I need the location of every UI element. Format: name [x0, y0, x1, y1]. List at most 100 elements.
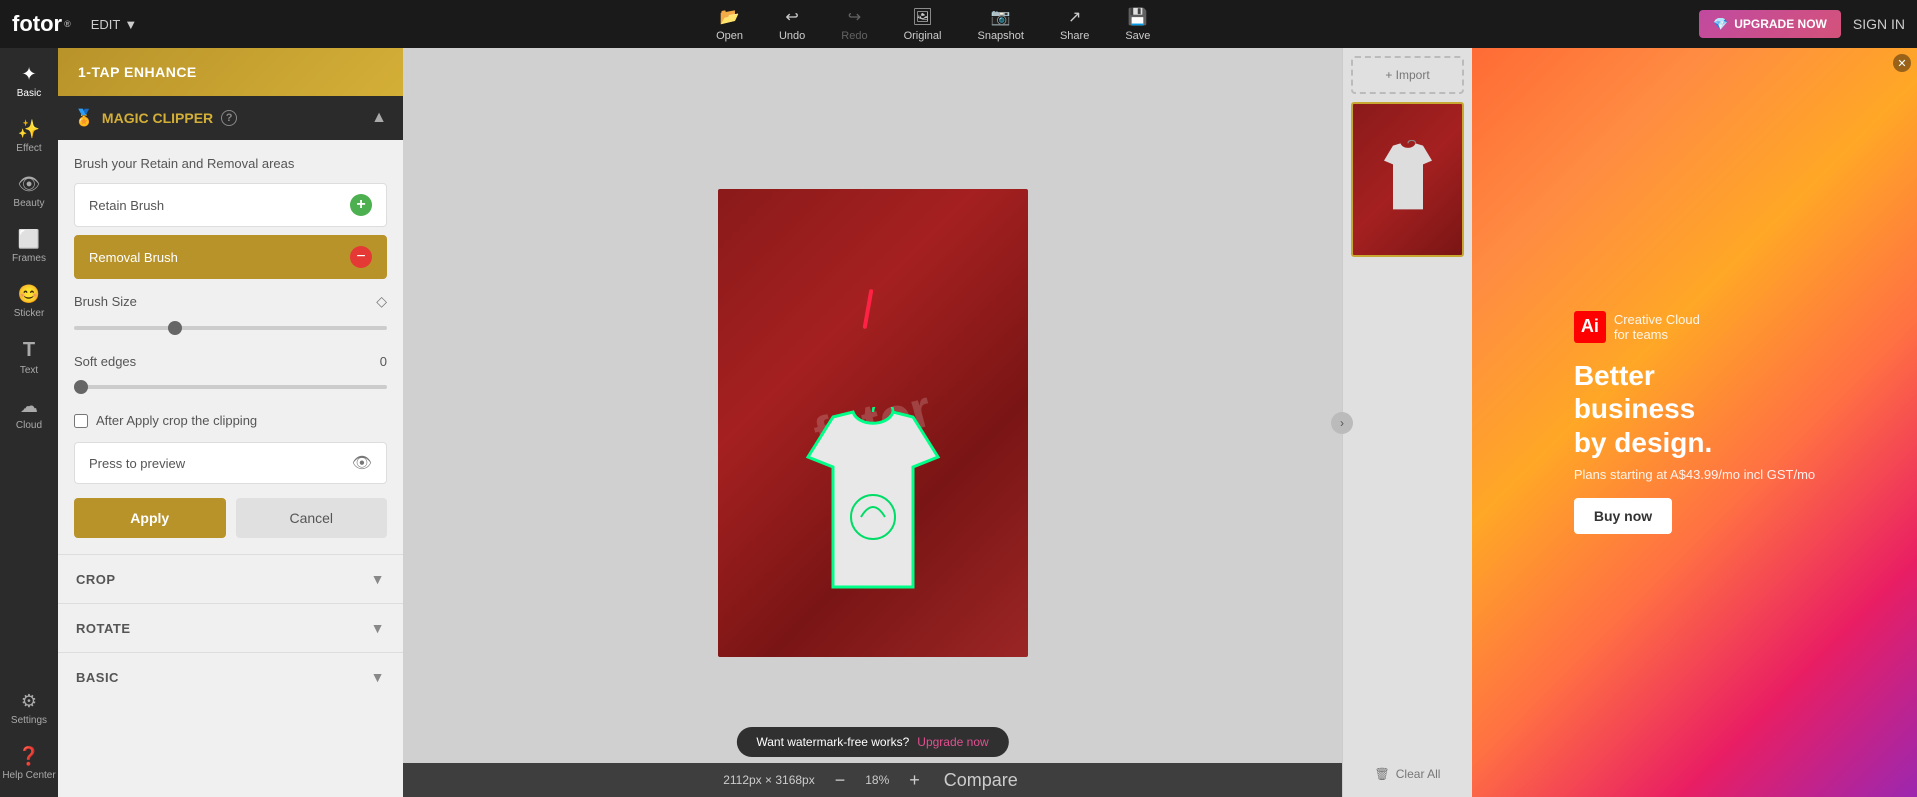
canvas-area[interactable]: fotor Want wa — [403, 48, 1342, 797]
rotate-accordion-header[interactable]: ROTATE ▼ — [58, 604, 403, 652]
redo-icon: ↪ — [848, 7, 861, 27]
one-tap-enhance-button[interactable]: 1-TAP ENHANCE — [58, 48, 403, 96]
red-brush-stroke — [863, 288, 874, 328]
effect-icon: ✨ — [18, 119, 40, 140]
trash-icon: 🗑 — [1375, 767, 1390, 781]
tool-undo[interactable]: ↩ Undo — [761, 1, 823, 48]
tool-open[interactable]: 📂 Open — [698, 1, 761, 48]
tool-share[interactable]: ↗ Share — [1042, 1, 1107, 48]
sidebar-item-cloud[interactable]: ☁ Cloud — [0, 388, 58, 439]
magic-clipper-title-area: 🏅 MAGIC CLIPPER ? — [74, 108, 237, 128]
ad-panel: ✕ Ai Creative Cloudfor teams Betterbusin… — [1472, 48, 1917, 797]
upgrade-bar: Want watermark-free works? Upgrade now — [736, 727, 1008, 757]
image-dimensions: 2112px × 3168px — [723, 773, 815, 787]
crop-checkbox-label: After Apply crop the clipping — [96, 413, 257, 428]
soft-edges-section: Soft edges 0 — [74, 354, 387, 397]
magic-clipper-collapse[interactable]: ▲ — [371, 109, 387, 127]
crown-icon: 🏅 — [74, 108, 94, 128]
tool-original[interactable]: 🖼 Original — [886, 1, 960, 48]
image-container: fotor — [718, 189, 1028, 657]
preview-button[interactable]: Press to preview 👁 — [74, 442, 387, 484]
right-panel: › + Import 🗑 Clear All — [1342, 48, 1472, 797]
zoom-in-button[interactable]: + — [905, 770, 924, 791]
ad-content: Ai Creative Cloudfor teams Betterbusines… — [1554, 291, 1835, 555]
brush-size-thumb[interactable] — [168, 321, 182, 335]
crop-accordion: CROP ▼ — [58, 554, 403, 603]
sidebar-item-effect[interactable]: ✨ Effect — [0, 111, 58, 162]
sidebar-item-basic[interactable]: ✦ Basic — [0, 56, 58, 107]
thumbnail-container — [1351, 102, 1464, 257]
basic-chevron-icon: ▼ — [371, 669, 385, 685]
sidebar-item-frames[interactable]: ⬜ Frames — [0, 221, 58, 272]
signin-button[interactable]: SIGN IN — [1853, 16, 1905, 32]
retain-brush-option[interactable]: Retain Brush + — [74, 183, 387, 227]
edit-menu[interactable]: EDIT ▼ — [91, 17, 138, 32]
sidebar-item-beauty[interactable]: 👁 Beauty — [0, 166, 58, 217]
undo-icon: ↩ — [785, 7, 798, 27]
rotate-chevron-icon: ▼ — [371, 620, 385, 636]
removal-brush-icon: − — [350, 246, 372, 268]
share-icon: ↗ — [1068, 7, 1081, 27]
rotate-accordion: ROTATE ▼ — [58, 603, 403, 652]
zoom-out-button[interactable]: − — [831, 770, 850, 791]
cancel-button[interactable]: Cancel — [236, 498, 388, 538]
ad-subtitle: Plans starting at A$43.99/mo incl GST/mo — [1574, 467, 1815, 482]
soft-edges-slider[interactable] — [74, 377, 387, 397]
sticker-icon: 😊 — [18, 284, 40, 305]
brush-size-section: Brush Size ◇ — [74, 293, 387, 338]
save-icon: 💾 — [1128, 7, 1148, 27]
tool-snapshot[interactable]: 📷 Snapshot — [959, 1, 1041, 48]
soft-edges-track — [74, 385, 387, 389]
sidebar-item-text[interactable]: T Text — [0, 331, 58, 384]
right-panel-collapse[interactable]: › — [1331, 412, 1353, 434]
soft-edges-row: Soft edges 0 — [74, 354, 387, 369]
sidebar-item-help[interactable]: ❓ Help Center — [0, 738, 58, 789]
apply-button[interactable]: Apply — [74, 498, 226, 538]
magic-clipper-header[interactable]: 🏅 MAGIC CLIPPER ? ▲ — [58, 96, 403, 140]
tshirt-svg — [793, 407, 953, 597]
snapshot-icon: 📷 — [991, 7, 1011, 27]
text-icon: T — [23, 339, 35, 362]
upgrade-button[interactable]: UPGRADE NOW — [1699, 10, 1841, 38]
upgrade-link[interactable]: Upgrade now — [917, 735, 988, 749]
crop-accordion-header[interactable]: CROP ▼ — [58, 555, 403, 603]
open-icon: 📂 — [720, 7, 740, 27]
cloud-icon: ☁ — [20, 396, 38, 417]
eye-icon: 👁 — [352, 453, 372, 473]
tool-save[interactable]: 💾 Save — [1107, 1, 1168, 48]
tool-redo[interactable]: ↪ Redo — [823, 1, 885, 48]
basic-accordion: BASIC ▼ — [58, 652, 403, 701]
soft-edges-thumb[interactable] — [74, 380, 88, 394]
ad-buy-button[interactable]: Buy now — [1574, 498, 1672, 534]
help-circle-icon[interactable]: ? — [221, 110, 237, 126]
settings-icon: ⚙ — [21, 691, 37, 712]
basic-icon: ✦ — [21, 64, 36, 85]
eraser-icon[interactable]: ◇ — [376, 293, 387, 310]
topbar-right: UPGRADE NOW SIGN IN — [1699, 10, 1905, 38]
icon-nav: ✦ Basic ✨ Effect 👁 Beauty ⬜ Frames 😊 Sti… — [0, 48, 58, 797]
removal-brush-option[interactable]: Removal Brush − — [74, 235, 387, 279]
help-icon: ❓ — [18, 746, 40, 767]
basic-accordion-header[interactable]: BASIC ▼ — [58, 653, 403, 701]
main-image: fotor — [718, 189, 1028, 657]
compare-button[interactable]: Compare — [940, 770, 1022, 791]
ad-title: Betterbusinessby design. — [1574, 359, 1712, 460]
ad-close-button[interactable]: ✕ — [1893, 54, 1911, 72]
adobe-icon: Ai — [1574, 311, 1606, 343]
sidebar-item-settings[interactable]: ⚙ Settings — [0, 683, 58, 734]
frames-icon: ⬜ — [18, 229, 40, 250]
ad-product-name: Creative Cloudfor teams — [1614, 312, 1700, 342]
import-button[interactable]: + Import — [1351, 56, 1464, 94]
crop-checkbox[interactable] — [74, 414, 88, 428]
clear-all-button[interactable]: 🗑 Clear All — [1375, 759, 1441, 789]
sidebar-item-sticker[interactable]: 😊 Sticker — [0, 276, 58, 327]
original-icon: 🖼 — [912, 7, 932, 27]
image-thumbnail — [1351, 102, 1464, 257]
brush-size-track — [74, 326, 387, 330]
adobe-logo-area: Ai Creative Cloudfor teams — [1574, 311, 1700, 343]
left-panel: 1-TAP ENHANCE 🏅 MAGIC CLIPPER ? ▲ Brush … — [58, 48, 403, 797]
beauty-icon: 👁 — [18, 174, 41, 195]
crop-chevron-icon: ▼ — [371, 571, 385, 587]
brush-size-slider[interactable] — [74, 318, 387, 338]
brush-size-row: Brush Size ◇ — [74, 293, 387, 310]
